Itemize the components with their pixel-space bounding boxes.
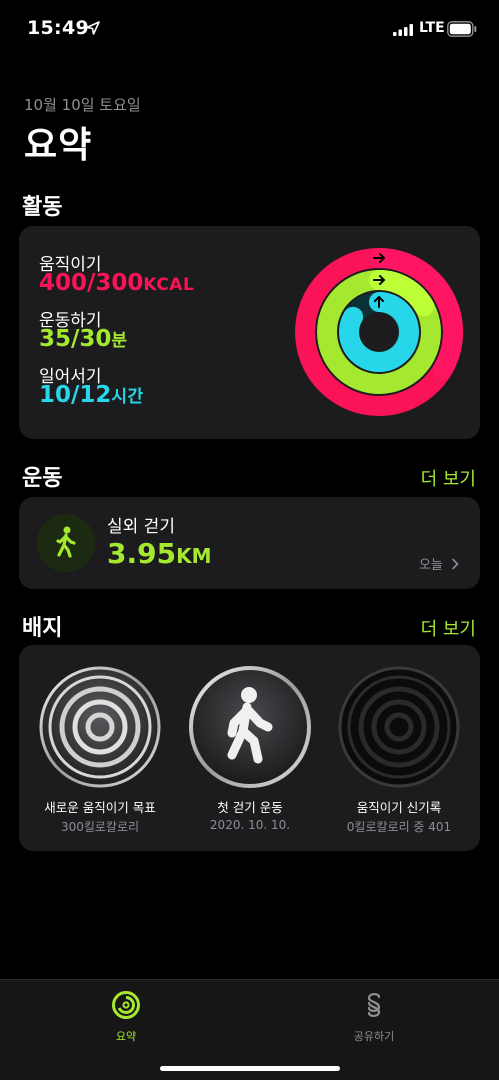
stand-value: 10/12시간 (39, 382, 144, 408)
badge-first-walk[interactable]: 첫 걷기 운동 2020. 10. 10. (175, 665, 325, 832)
badge-subtitle: 300킬로칼로리 (60, 820, 140, 834)
tab-summary-label: 요약 (115, 1030, 137, 1043)
exercise-value-unit: 분 (111, 331, 128, 351)
tab-sharing[interactable]: 공유하기 (334, 990, 414, 1044)
walking-figure-icon (37, 514, 95, 572)
locked-rings-badge-icon (338, 666, 460, 788)
badge-title: 움직이기 신기록 (356, 800, 442, 815)
badge-subtitle: 0킬로칼로리 중 401 (346, 820, 452, 834)
activity-rings-icon (112, 991, 140, 1019)
workout-date: 오늘 (419, 554, 460, 573)
badges-card: 새로운 움직이기 목표 300킬로칼로리 첫 걷기 운동 2020. 10. 1… (19, 645, 480, 851)
workout-card[interactable]: 실외 걷기 3.95KM 오늘 (19, 497, 480, 589)
exercise-value-number: 35/30 (39, 326, 112, 352)
activity-section-title: 활동 (22, 195, 63, 220)
location-arrow-icon (86, 21, 100, 35)
stand-ring-progress (339, 292, 419, 372)
workout-distance-number: 3.95 (107, 537, 177, 570)
chevron-right-icon (452, 558, 459, 570)
badge-title: 새로운 움직이기 목표 (44, 800, 156, 815)
badge-title: 첫 걷기 운동 (217, 800, 283, 815)
walking-badge-icon (189, 666, 311, 788)
tab-bar: 요약 공유하기 (0, 979, 499, 1080)
badges-more-link[interactable]: 더 보기 (421, 615, 476, 641)
move-value-number: 400/300 (39, 270, 144, 296)
battery-icon (447, 21, 477, 37)
workout-name: 실외 걷기 (107, 517, 175, 537)
stand-value-number: 10/12 (39, 382, 112, 408)
cellular-signal-icon (393, 24, 413, 36)
status-bar: 15:49 LTE (0, 0, 499, 60)
tab-sharing-label: 공유하기 (353, 1030, 395, 1043)
workouts-section-title: 운동 (22, 466, 63, 491)
home-indicator (160, 1066, 340, 1071)
status-time: 15:49 (27, 17, 89, 39)
concentric-rings-badge-icon (39, 666, 161, 788)
tab-summary[interactable]: 요약 (86, 990, 166, 1044)
activity-card[interactable]: 움직이기 400/300KCAL 운동하기 35/30분 일어서기 10/12시… (19, 226, 480, 439)
stand-value-unit: 시간 (111, 387, 144, 407)
badge-new-move-goal[interactable]: 새로운 움직이기 목표 300킬로칼로리 (25, 665, 175, 835)
badge-move-record[interactable]: 움직이기 신기록 0킬로칼로리 중 401 (324, 665, 474, 835)
badges-section-title: 배지 (22, 616, 63, 641)
move-value-unit: KCAL (143, 275, 195, 295)
workout-date-label: 오늘 (418, 558, 443, 573)
page-title: 요약 (24, 125, 93, 166)
badge-subtitle: 2020. 10. 10. (209, 818, 291, 832)
workout-distance-unit: KM (176, 544, 212, 568)
activity-rings-icon (295, 248, 463, 416)
workouts-more-link[interactable]: 더 보기 (421, 465, 476, 491)
network-type: LTE (419, 20, 445, 36)
move-value: 400/300KCAL (39, 270, 194, 296)
workout-distance: 3.95KM (107, 537, 212, 570)
date-label: 10월 10일 토요일 (24, 96, 141, 114)
sharing-icon (367, 993, 381, 1017)
exercise-value: 35/30분 (39, 326, 128, 352)
